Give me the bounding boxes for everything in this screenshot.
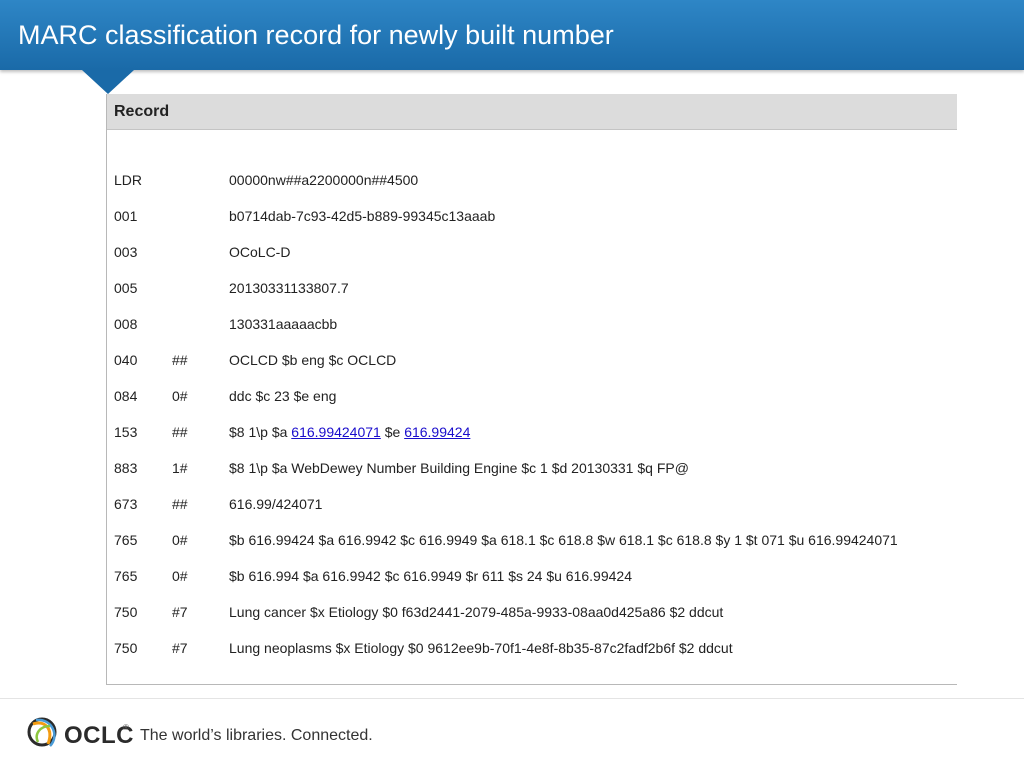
- field-indicators: ##: [172, 352, 188, 368]
- marc-field-row: 153 ## $8 1\p $a 616.99424071 $e 616.994…: [107, 424, 957, 452]
- field-content: $8 1\p $a WebDewey Number Building Engin…: [229, 460, 689, 476]
- marc-field-row: 750 #7 Lung cancer $x Etiology $0 f63d24…: [107, 604, 957, 632]
- field-tag: 750: [114, 640, 138, 656]
- field-tag: 750: [114, 604, 138, 620]
- field-content: 616.99/424071: [229, 496, 323, 512]
- marc-field-row: 084 0# ddc $c 23 $e eng: [107, 388, 957, 416]
- footer-tagline: The world’s libraries. Connected.: [140, 727, 373, 744]
- class-number-end-link[interactable]: 616.99424: [404, 424, 470, 440]
- marc-field-row: 003 OCoLC-D: [107, 244, 957, 272]
- field-content: 130331aaaaacbb: [229, 316, 338, 332]
- field-content: Lung neoplasms $x Etiology $0 9612ee9b-7…: [229, 640, 733, 656]
- field-tag: 883: [114, 460, 138, 476]
- slide-title: MARC classification record for newly bui…: [18, 20, 614, 50]
- marc-field-row: 765 0# $b 616.994 $a 616.9942 $c 616.994…: [107, 568, 957, 596]
- field-indicators: #7: [172, 640, 188, 656]
- marc-field-row: 040 ## OCLCD $b eng $c OCLCD: [107, 352, 957, 380]
- record-panel: Record LDR 00000nw##a2200000n##4500 001 …: [106, 94, 957, 685]
- field-indicators: ##: [172, 496, 188, 512]
- marc-field-row: 001 b0714dab-7c93-42d5-b889-99345c13aaab: [107, 208, 957, 236]
- trademark-symbol: ®: [123, 723, 129, 732]
- field-content: $b 616.994 $a 616.9942 $c 616.9949 $r 61…: [229, 568, 632, 584]
- marc-field-row: 883 1# $8 1\p $a WebDewey Number Buildin…: [107, 460, 957, 488]
- marc-field-row: 005 20130331133807.7: [107, 280, 957, 308]
- field-content: OCoLC-D: [229, 244, 291, 260]
- oclc-globe-icon: [27, 717, 57, 747]
- field-tag: 765: [114, 568, 138, 584]
- marc-field-row: 750 #7 Lung neoplasms $x Etiology $0 961…: [107, 640, 957, 668]
- marc-field-row: LDR 00000nw##a2200000n##4500: [107, 172, 957, 200]
- marc-field-row: 008 130331aaaaacbb: [107, 316, 957, 344]
- marc-field-row: 765 0# $b 616.99424 $a 616.9942 $c 616.9…: [107, 532, 957, 560]
- field-tag: 003: [114, 244, 138, 260]
- field-tag: 673: [114, 496, 138, 512]
- field-content: Lung cancer $x Etiology $0 f63d2441-2079…: [229, 604, 724, 620]
- field-tag: 008: [114, 316, 138, 332]
- field-tag: 040: [114, 352, 138, 368]
- marc-field-row: 673 ## 616.99/424071: [107, 496, 957, 524]
- field-indicators: ##: [172, 424, 188, 440]
- field-tag: 005: [114, 280, 138, 296]
- field-indicators: 0#: [172, 388, 188, 404]
- field-tag: LDR: [114, 172, 143, 188]
- slide-header: MARC classification record for newly bui…: [0, 0, 1024, 70]
- field-content: 20130331133807.7: [229, 280, 349, 296]
- class-number-link[interactable]: 616.99424071: [291, 424, 381, 440]
- footer-divider: [0, 698, 1024, 699]
- field-indicators: 1#: [172, 460, 188, 476]
- field-tag: 765: [114, 532, 138, 548]
- field-content: OCLCD $b eng $c OCLCD: [229, 352, 397, 368]
- field-content: $8 1\p $a 616.99424071 $e 616.99424: [229, 424, 470, 440]
- field-indicators: 0#: [172, 532, 188, 548]
- record-heading: Record: [114, 103, 170, 120]
- field-content: ddc $c 23 $e eng: [229, 388, 337, 404]
- record-header: Record: [107, 94, 957, 130]
- field-tag: 084: [114, 388, 138, 404]
- field-content: 00000nw##a2200000n##4500: [229, 172, 419, 188]
- field-content-middle: $e: [384, 424, 401, 440]
- field-tag: 001: [114, 208, 138, 224]
- field-content-prefix: $8 1\p $a: [229, 424, 288, 440]
- field-indicators: #7: [172, 604, 188, 620]
- field-content: b0714dab-7c93-42d5-b889-99345c13aaab: [229, 208, 496, 224]
- header-pointer-icon: [82, 70, 134, 94]
- field-content: $b 616.99424 $a 616.9942 $c 616.9949 $a …: [229, 532, 898, 548]
- field-indicators: 0#: [172, 568, 188, 584]
- field-tag: 153: [114, 424, 138, 440]
